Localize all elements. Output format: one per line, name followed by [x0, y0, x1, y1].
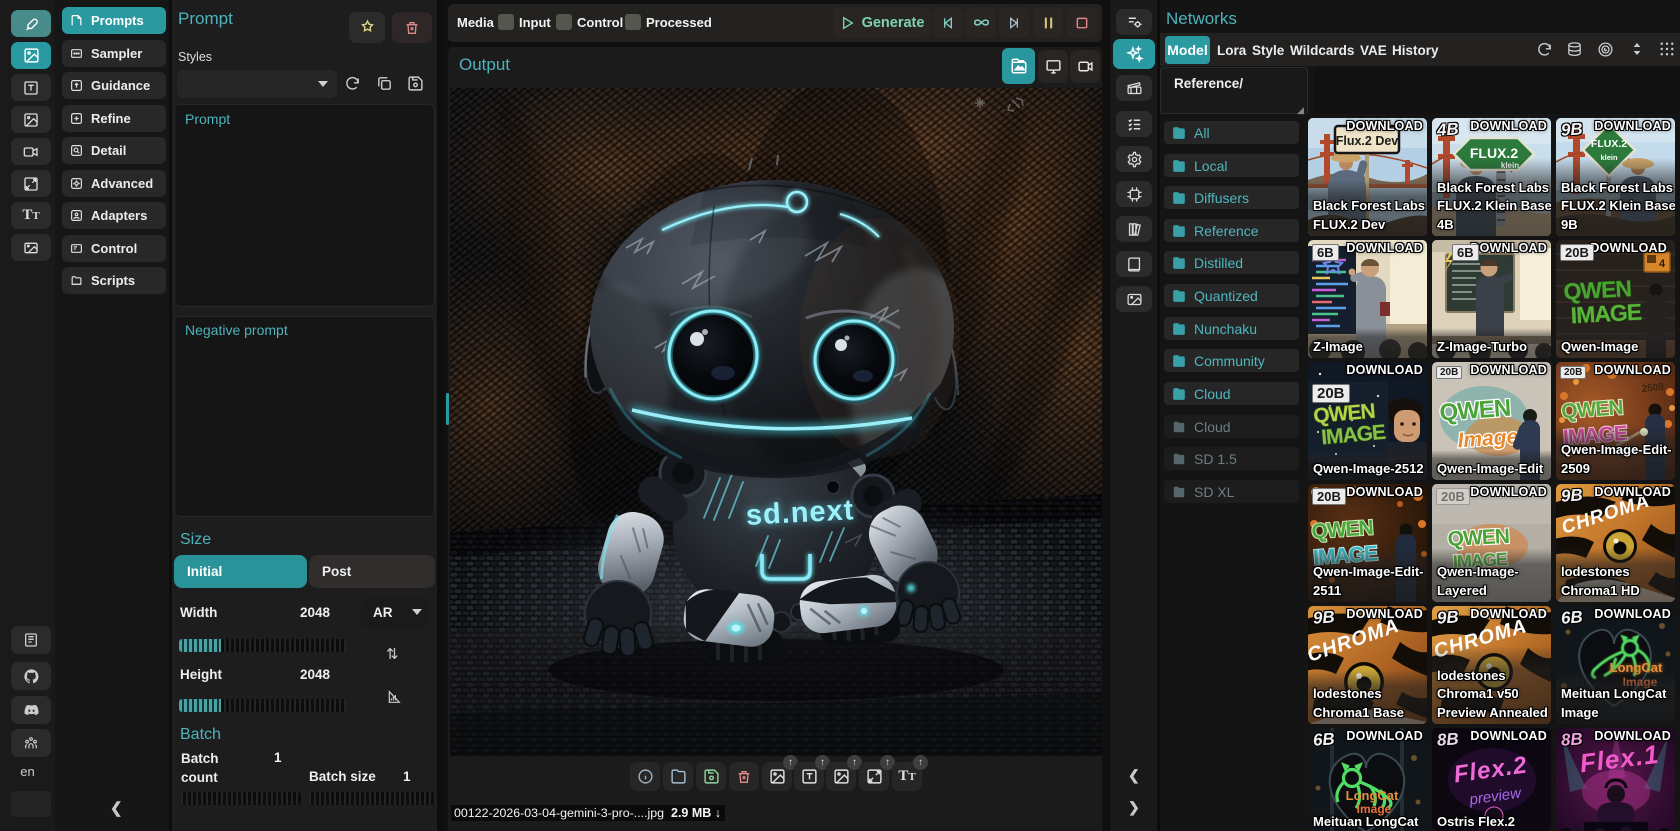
svg-text:Image: Image	[1457, 425, 1519, 452]
svg-text:FLUX.2: FLUX.2	[1591, 138, 1627, 150]
svg-text:IMAGE: IMAGE	[1570, 299, 1642, 329]
svg-text:Flux.2 Dev: Flux.2 Dev	[1336, 134, 1399, 148]
svg-text:LongCat: LongCat	[1346, 788, 1399, 803]
svg-text:QWEN: QWEN	[1561, 396, 1624, 423]
svg-text:4: 4	[1659, 258, 1666, 270]
svg-text:QWEN: QWEN	[1439, 395, 1511, 427]
svg-text:QWEN: QWEN	[1311, 516, 1374, 543]
svg-text:sd.next: sd.next	[745, 494, 855, 532]
